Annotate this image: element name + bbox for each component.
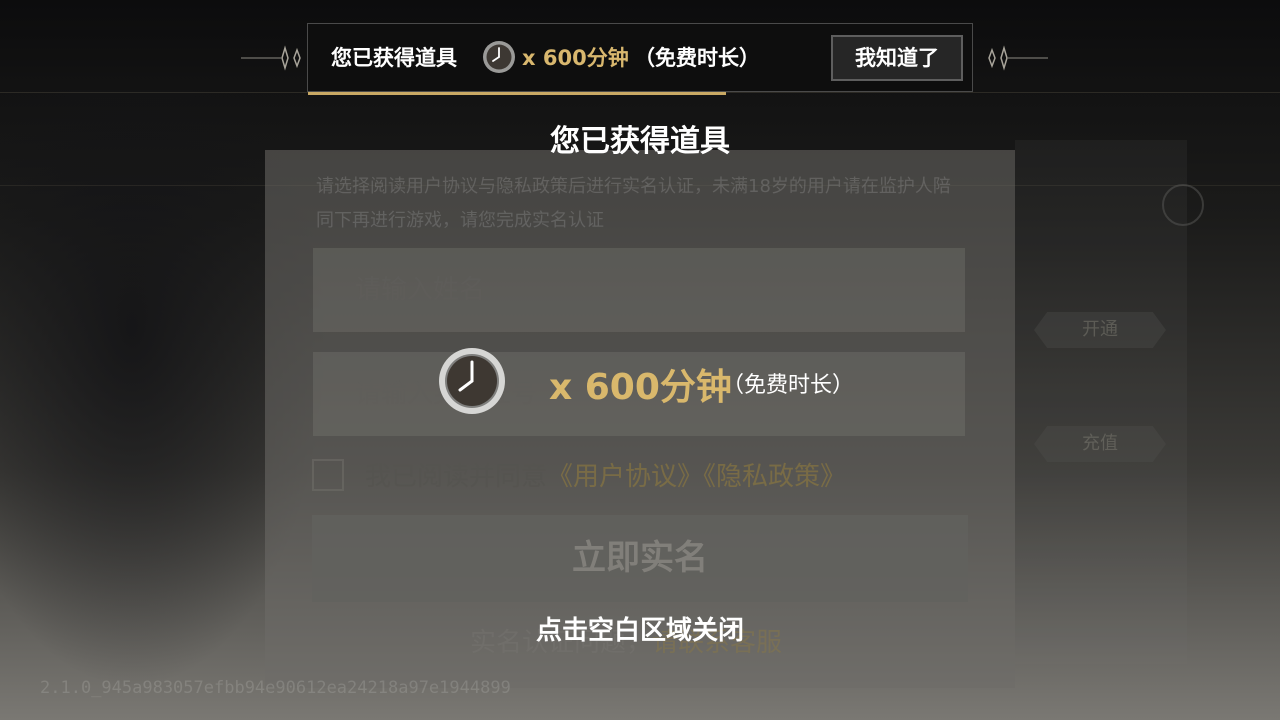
user-agreement-link[interactable]: 《用户协议》 xyxy=(547,462,703,492)
reward-heading: 您已获得道具 xyxy=(550,124,730,159)
name-input[interactable]: 请输入姓名 xyxy=(313,248,965,332)
menu-icon[interactable] xyxy=(1162,184,1204,226)
clock-icon xyxy=(439,348,505,414)
realname-description: 请选择阅读用户协议与隐私政策后进行实名认证，未满18岁的用户请在监护人陪同下再进… xyxy=(316,176,951,231)
clock-icon xyxy=(483,41,515,73)
privacy-policy-link[interactable]: 《隐私政策》 xyxy=(703,462,846,492)
sparkle-left-icon xyxy=(241,45,301,71)
close-hint[interactable]: 点击空白区域关闭 xyxy=(0,610,1280,647)
reward-toast: 您已获得道具 x 600分钟 （免费时长） 我知道了 xyxy=(307,23,973,95)
toast-title: 您已获得道具 xyxy=(331,46,457,70)
toast-progress-bar xyxy=(308,92,727,95)
reward-amount: x 600分钟 xyxy=(549,367,732,408)
open-button[interactable]: 开通 xyxy=(1034,312,1166,348)
agree-text: 我已阅读并同意《用户协议》《隐私政策》 xyxy=(365,456,846,493)
acknowledge-button[interactable]: 我知道了 xyxy=(831,35,963,81)
version-label: 2.1.0_945a983057efbb94e90612ea24218a97e1… xyxy=(40,678,511,698)
charge-button[interactable]: 充值 xyxy=(1034,426,1166,462)
toast-amount: x 600分钟 xyxy=(522,46,629,70)
reward-note: （免费时长） xyxy=(722,373,855,398)
side-panel xyxy=(1015,140,1187,664)
sparkle-right-icon xyxy=(988,45,1048,71)
toast-note: （免费时长） xyxy=(634,46,760,70)
agree-prefix: 我已阅读并同意 xyxy=(365,462,548,492)
realname-submit-button[interactable]: 立即实名 xyxy=(312,515,968,602)
agree-checkbox[interactable] xyxy=(312,459,344,491)
